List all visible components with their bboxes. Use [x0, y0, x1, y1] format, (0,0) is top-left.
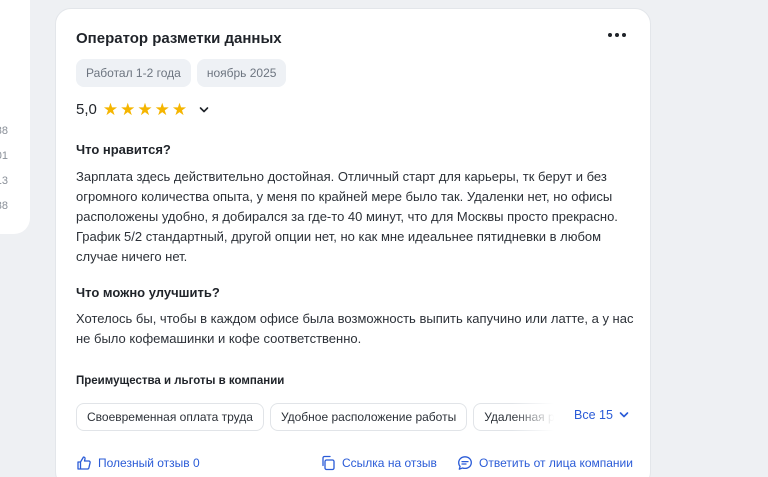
review-card: Оператор разметки данных Работал 1-2 год… [55, 8, 651, 477]
helpful-label: Полезный отзыв 0 [98, 456, 200, 470]
benefits-heading: Преимущества и льготы в компании [76, 375, 285, 387]
chat-icon [458, 456, 472, 470]
copy-link-button[interactable]: Ссылка на отзыв [320, 455, 437, 471]
rating: 5,0 ★ ★ ★ ★ ★ [76, 101, 209, 118]
copy-icon [322, 455, 335, 471]
star-icon: ★ [102, 100, 119, 119]
copy-link-label: Ссылка на отзыв [342, 456, 437, 470]
thumbs-up-icon [77, 456, 91, 470]
date-tag: ноябрь 2025 [196, 59, 287, 87]
all-benefits-label: Все 15 [574, 408, 613, 422]
cons-heading: Что можно улучшить? [76, 285, 220, 300]
benefit-chip[interactable]: Своевременная оплата труда [76, 403, 264, 431]
star-icon: ★ [137, 100, 153, 119]
review-tags: Работал 1-2 года ноябрь 2025 [76, 59, 287, 87]
pros-heading: Что нравится? [76, 142, 171, 157]
panel-number: 38 [0, 125, 8, 137]
benefits-fade [512, 403, 554, 431]
cons-text: Хотелось бы, чтобы в каждом офисе была в… [76, 311, 634, 346]
panel-number: 13 [0, 175, 8, 187]
pros-text: Зарплата здесь действительно достойная. … [76, 169, 618, 264]
panel-number: 38 [0, 200, 8, 212]
review-title: Оператор разметки данных [76, 30, 282, 47]
chevron-down-icon[interactable] [199, 105, 209, 115]
rating-value: 5,0 [76, 101, 97, 118]
all-benefits-button[interactable]: Все 15 [574, 408, 629, 422]
benefit-chip[interactable]: Удобное расположение работы [269, 403, 468, 431]
reply-button[interactable]: Ответить от лица компании [457, 455, 633, 471]
helpful-button[interactable]: Полезный отзыв 0 [76, 455, 200, 471]
adjacent-panel: 38 01 13 38 [0, 0, 30, 234]
star-icon: ★ [120, 100, 136, 119]
benefits-list: Своевременная оплата труда Удобное распо… [76, 403, 554, 431]
reply-label: Ответить от лица компании [479, 456, 633, 470]
star-icon: ★ [154, 100, 170, 119]
experience-tag: Работал 1-2 года [76, 59, 191, 87]
chevron-down-icon [619, 412, 629, 418]
star-icon: ★ [171, 100, 188, 119]
more-options-icon[interactable] [608, 29, 628, 41]
panel-number: 01 [0, 150, 8, 162]
